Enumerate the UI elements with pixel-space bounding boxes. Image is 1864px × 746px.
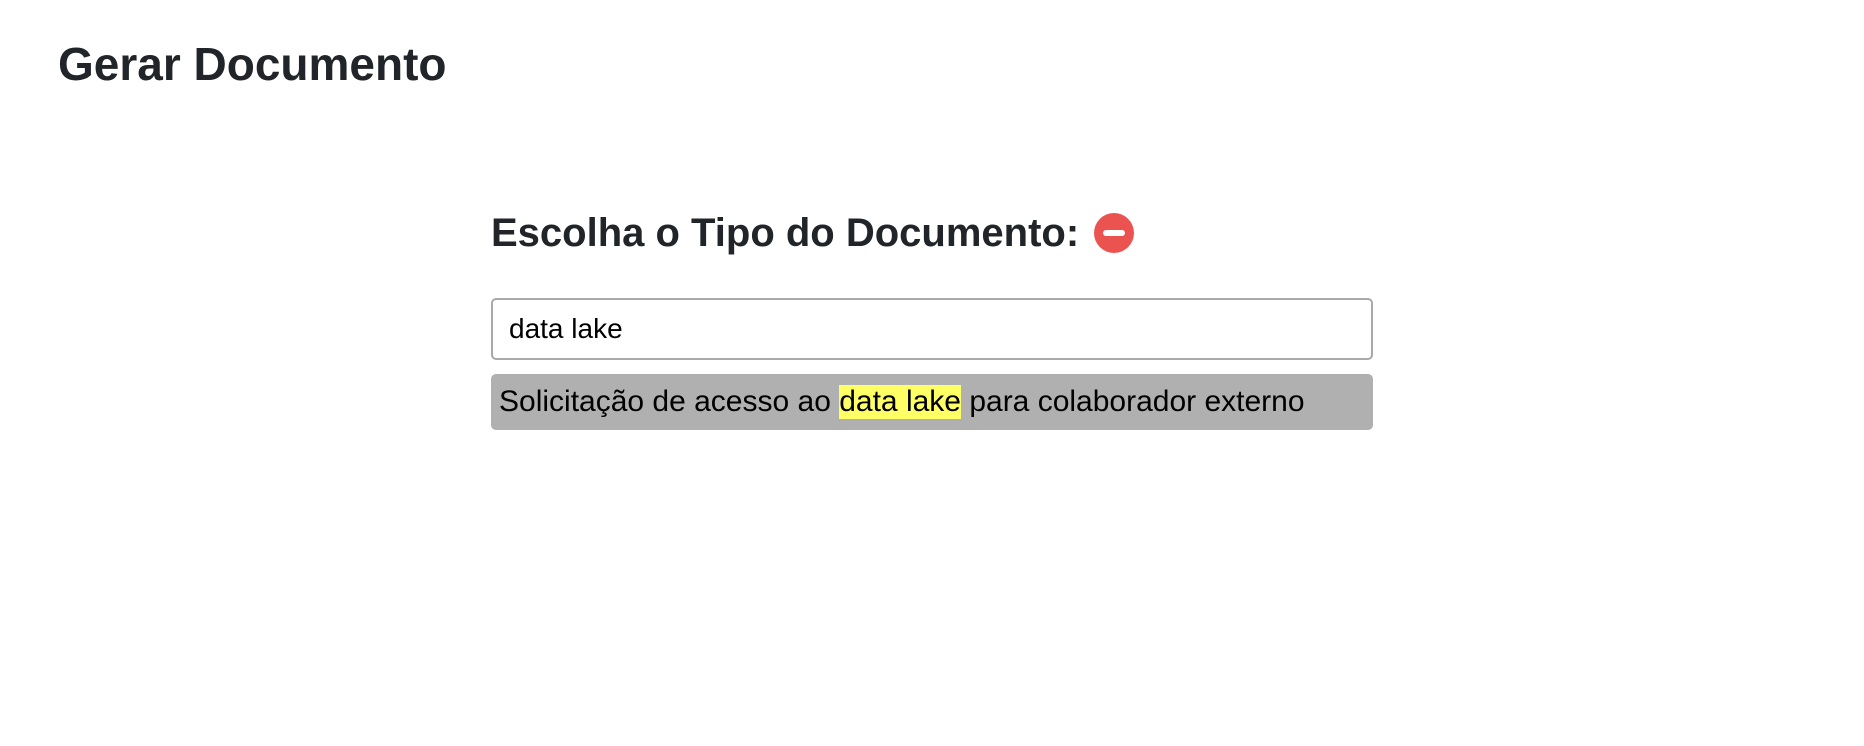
document-type-panel: Escolha o Tipo do Documento: Solicitação… — [491, 210, 1373, 430]
minus-circle-icon — [1103, 230, 1126, 236]
document-type-search-input[interactable] — [491, 298, 1373, 360]
suggestion-match-highlight: data lake — [839, 385, 961, 419]
remove-document-type-button[interactable] — [1094, 213, 1135, 253]
suggestion-prefix: Solicitação de acesso ao — [499, 385, 840, 418]
page-title: Gerar Documento — [58, 38, 447, 90]
suggestion-suffix: para colaborador externo — [960, 385, 1305, 418]
suggestion-item[interactable]: Solicitação de acesso ao data lake para … — [491, 374, 1373, 430]
document-type-heading: Escolha o Tipo do Documento: — [491, 211, 1080, 255]
document-type-heading-row: Escolha o Tipo do Documento: — [491, 210, 1373, 256]
